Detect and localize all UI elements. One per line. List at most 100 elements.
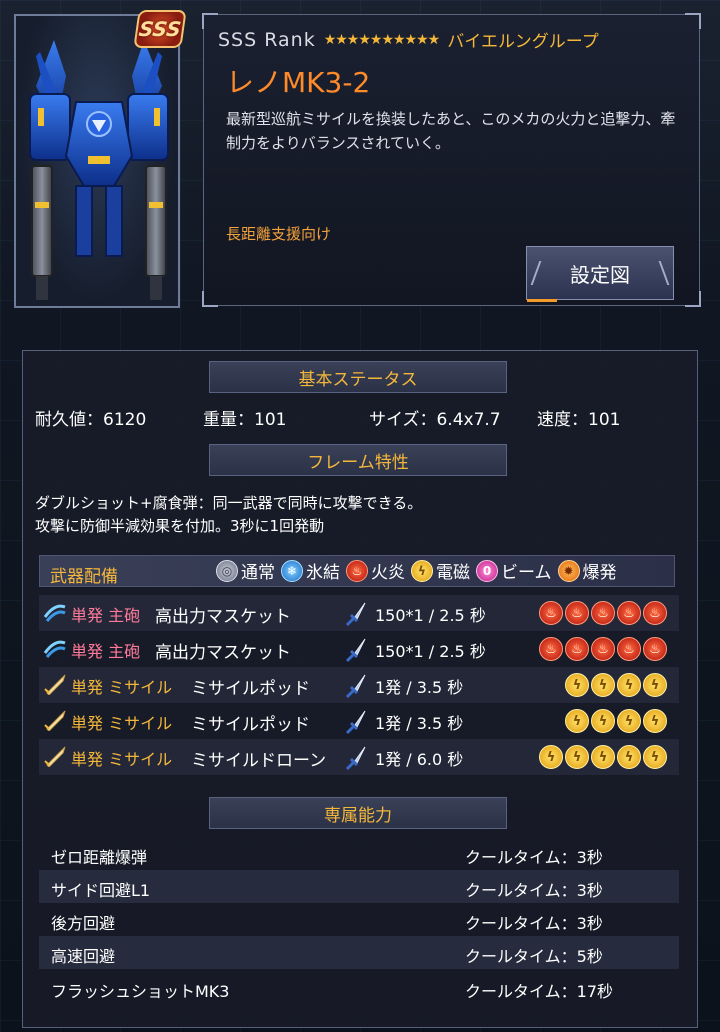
mech-portrait[interactable] [14, 14, 180, 308]
sword-icon [345, 638, 366, 663]
stat-weight: 重量：101 [203, 410, 287, 430]
missile-icon [44, 746, 66, 767]
weapon-stats: 1発 / 3.5 秒 [375, 678, 464, 697]
fire-element-icon: ♨ [565, 637, 589, 661]
ability-cooldown: クールタイム：3秒 [465, 881, 603, 900]
legend-label: 通常 [241, 563, 275, 583]
weapon-row[interactable]: 単発 ミサイル ミサイルドローン 1発 / 6.0 秒 ϟ ϟ ϟ ϟ ϟ [39, 739, 679, 775]
weapon-element-level: ϟ ϟ ϟ ϟ [565, 673, 667, 697]
blueprint-button[interactable]: 設定図 [526, 246, 674, 302]
weapon-name: ミサイルポッド [191, 715, 310, 735]
missile-icon [44, 710, 66, 731]
sword-icon [345, 710, 366, 735]
electric-element-icon: ϟ [643, 709, 667, 733]
explosive-element-icon: ✹ [557, 559, 580, 582]
mech-info-panel: SSS Rank ★★★★★★★★★★ バイエルングループ レノMK3-2 最新… [202, 13, 701, 307]
fire-element-icon: ♨ [643, 601, 667, 625]
ability-row[interactable]: サイド回避L1 クールタイム：3秒 [39, 870, 679, 903]
frame-traits-line: 攻撃に防御半減効果を付加。3秒に1回発動 [35, 517, 325, 535]
missile-icon [44, 674, 66, 695]
main-cannon-icon [43, 604, 66, 622]
electric-element-icon: ϟ [411, 559, 433, 582]
ability-name: フラッシュショットMK3 [51, 982, 230, 1001]
electric-element-icon: ϟ [617, 745, 641, 769]
weapon-name: 高出力マスケット [155, 607, 291, 627]
electric-element-icon: ϟ [565, 709, 589, 733]
frame-traits-title: フレーム特性 [209, 444, 507, 476]
weapon-element-level: ϟ ϟ ϟ ϟ ϟ [539, 745, 667, 769]
ability-name: サイド回避L1 [51, 881, 151, 900]
ability-row[interactable]: フラッシュショットMK3 クールタイム：17秒 [39, 971, 679, 1004]
electric-element-icon: ϟ [565, 745, 589, 769]
ability-name: ゼロ距離爆弾 [51, 848, 148, 867]
legend-label: 電磁 [436, 563, 470, 583]
frame-traits-title-text: フレーム特性 [307, 452, 409, 473]
electric-element-icon: ϟ [539, 745, 563, 769]
panel-corner [685, 291, 701, 307]
mech-description: 最新型巡航ミサイルを換装したあと、このメカの火力と追撃力、牽制力をよりバランスさ… [226, 110, 676, 152]
ability-cooldown: クールタイム：5秒 [465, 947, 603, 966]
weapon-name: 高出力マスケット [155, 643, 291, 663]
electric-element-icon: ϟ [565, 673, 589, 697]
abilities-title: 専属能力 [209, 797, 507, 829]
weapon-stats: 1発 / 6.0 秒 [375, 750, 464, 769]
sword-icon [345, 602, 366, 627]
fire-element-icon: ♨ [643, 637, 667, 661]
basic-status-title-text: 基本ステータス [298, 369, 418, 390]
weapon-row[interactable]: 単発 主砲 高出力マスケット 150*1 / 2.5 秒 ♨ ♨ ♨ ♨ ♨ [39, 631, 679, 667]
weapon-stats: 150*1 / 2.5 秒 [375, 642, 486, 661]
electric-element-icon: ϟ [591, 745, 615, 769]
sword-icon [345, 674, 366, 699]
fire-element-icon: ♨ [346, 559, 368, 582]
ability-cooldown: クールタイム：17秒 [465, 982, 614, 1001]
stat-durability: 耐久値：6120 [35, 410, 147, 430]
frame-traits-description: ダブルショット+腐食弾：同一武器で同時に攻撃できる。 攻撃に防御半減効果を付加。… [35, 492, 422, 538]
ability-cooldown: クールタイム：3秒 [465, 848, 603, 867]
fire-element-icon: ♨ [591, 601, 615, 625]
electric-element-icon: ϟ [591, 673, 615, 697]
ability-name: 高速回避 [51, 947, 116, 966]
weapon-header: 武器配備 ◎ 通常 ❄ 氷結 ♨ 火炎 ϟ 電磁 0 ビーム ✹ 爆発 [39, 555, 675, 587]
mech-role: 長距離支援向け [226, 225, 332, 243]
fire-element-icon: ♨ [539, 601, 563, 625]
weapon-fire-type: 単発 ミサイル [71, 750, 173, 769]
weapon-fire-type: 単発 主砲 [71, 642, 141, 661]
fire-element-icon: ♨ [617, 637, 641, 661]
weapon-row[interactable]: 単発 ミサイル ミサイルポッド 1発 / 3.5 秒 ϟ ϟ ϟ ϟ [39, 667, 679, 703]
weapon-element-level: ♨ ♨ ♨ ♨ ♨ [539, 601, 667, 625]
main-cannon-icon [43, 640, 66, 658]
fire-element-icon: ♨ [591, 637, 615, 661]
element-legend: ◎ 通常 ❄ 氷結 ♨ 火炎 ϟ 電磁 0 ビーム ✹ 爆発 [216, 558, 623, 583]
electric-element-icon: ϟ [617, 673, 641, 697]
weapon-stats: 1発 / 3.5 秒 [375, 714, 464, 733]
electric-element-icon: ϟ [643, 673, 667, 697]
ability-cooldown: クールタイム：3秒 [465, 914, 603, 933]
mech-group: バイエルングループ [447, 32, 599, 52]
mech-name: レノMK3-2 [226, 66, 371, 99]
blueprint-button-label: 設定図 [570, 262, 630, 287]
weapon-fire-type: 単発 ミサイル [71, 714, 173, 733]
fire-element-icon: ♨ [539, 637, 563, 661]
legend-fire: ♨ 火炎 [346, 558, 405, 583]
weapon-name: ミサイルドローン [191, 751, 327, 771]
panel-corner [685, 13, 701, 29]
frame-traits-line: ダブルショット+腐食弾：同一武器で同時に攻撃できる。 [35, 494, 423, 512]
ability-name: 後方回避 [51, 914, 116, 933]
ability-row[interactable]: ゼロ距離爆弾 クールタイム：3秒 [39, 837, 679, 870]
legend-label: 火炎 [371, 563, 405, 583]
legend-ice: ❄ 氷結 [281, 558, 340, 583]
ability-row[interactable]: 高速回避 クールタイム：5秒 [39, 936, 679, 969]
weapon-row[interactable]: 単発 主砲 高出力マスケット 150*1 / 2.5 秒 ♨ ♨ ♨ ♨ ♨ [39, 595, 679, 631]
fire-element-icon: ♨ [617, 601, 641, 625]
sword-icon [345, 746, 366, 771]
weapon-fire-type: 単発 主砲 [71, 606, 141, 625]
ability-row[interactable]: 後方回避 クールタイム：3秒 [39, 903, 679, 936]
panel-corner [202, 291, 218, 307]
weapon-element-level: ϟ ϟ ϟ ϟ [565, 709, 667, 733]
weapon-row[interactable]: 単発 ミサイル ミサイルポッド 1発 / 3.5 秒 ϟ ϟ ϟ ϟ [39, 703, 679, 739]
stats-panel: 基本ステータス 耐久値：6120 重量：101 サイズ：6.4x7.7 速度：1… [22, 350, 698, 1028]
basic-status-title: 基本ステータス [209, 361, 507, 393]
ice-element-icon: ❄ [281, 559, 303, 582]
beam-element-icon: 0 [476, 559, 498, 582]
legend-beam: 0 ビーム [476, 558, 552, 583]
